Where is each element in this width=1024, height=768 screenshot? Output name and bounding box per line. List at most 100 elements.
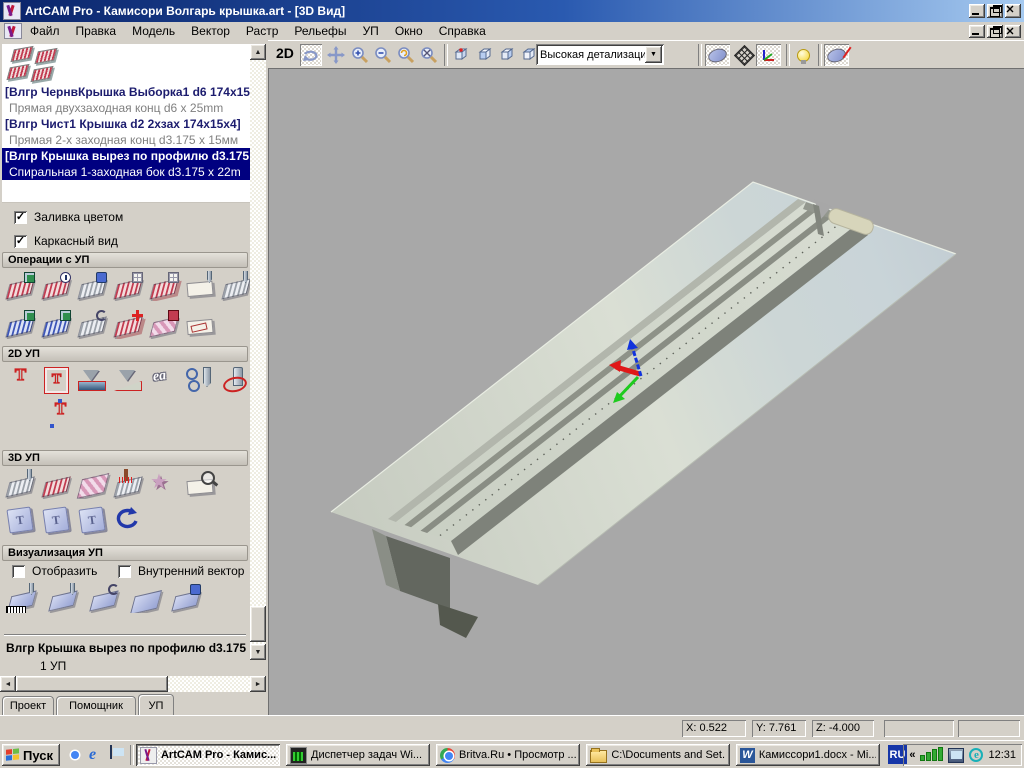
batch-calculate-icon[interactable] [148,271,181,301]
simulate-all-icon[interactable] [47,583,80,613]
machine-star-icon[interactable]: ★ [148,469,181,499]
close-button[interactable] [1005,4,1021,18]
viewport-3d[interactable] [268,68,1024,715]
minimize-button[interactable] [969,4,985,18]
tab-project[interactable]: Проект [2,696,54,715]
taskbar-item-explorer[interactable]: C:\Documents and Set... [586,744,730,766]
scroll-left-button[interactable]: ◄ [0,676,16,692]
wireframe-checkbox[interactable]: ✓ [14,235,27,248]
taskbar-item-artcam[interactable]: ArtCAM Pro - Камис... [136,744,280,766]
toolpath-item-selected[interactable]: [Влгр Крышка вырез по профилю d3.175 Спи… [2,148,250,180]
menu-help[interactable]: Справка [431,23,494,39]
toolpath-item[interactable]: [Влгр Чист1 Крышка d2 2хзах 174x15x4] Пр… [2,116,250,148]
reset-simulation-icon[interactable] [129,583,162,613]
toolpath-template-icon[interactable] [184,271,217,301]
dropdown-button[interactable]: ▼ [645,46,662,63]
zoom-previous-button[interactable] [395,44,417,66]
scroll-down-button[interactable]: ▼ [250,644,266,660]
mdi-close-button[interactable] [1005,25,1021,38]
viz-show-checkbox-row[interactable]: Отобразить [12,564,97,578]
tab-toolpaths[interactable]: УП [138,694,174,715]
menu-reliefs[interactable]: Рельефы [286,23,354,39]
wireframe-mesh-toggle[interactable] [733,44,755,66]
wireframe-checkbox-row[interactable]: ✓ Каркасный вид [14,234,118,248]
preview-relief-icon[interactable] [184,469,217,499]
menu-raster[interactable]: Растр [238,23,286,39]
rotate-toolpath-icon[interactable] [76,309,109,339]
smart-engrave-icon[interactable]: ea [148,365,181,395]
fill-color-checkbox-row[interactable]: ✓ Заливка цветом [14,210,123,224]
lighting-toggle[interactable] [792,44,814,66]
laser-stamp-icon[interactable]: Т [4,505,37,535]
drill-toolpath-icon[interactable] [184,365,217,395]
eset-icon[interactable]: e [969,748,983,762]
viz-show-checkbox[interactable] [12,565,25,578]
axes-toggle[interactable] [756,44,781,66]
view-front-button[interactable] [474,44,496,66]
copy-toolpath-icon[interactable] [76,271,109,301]
internet-explorer-icon[interactable]: e [89,746,106,763]
material-map-icon[interactable] [184,309,217,339]
taskbar-item-task-manager[interactable]: Диспетчер задач Wi... [286,744,430,766]
view-side-button[interactable] [496,44,518,66]
inlay-toolpath-icon[interactable]: Т [44,399,77,429]
artcam-app-icon[interactable] [3,2,21,20]
draw-relief-toggle[interactable] [824,44,849,66]
panel-horizontal-scrollbar[interactable]: ◄ ► [0,676,266,692]
delete-simulation-icon[interactable] [170,583,203,613]
scrollbar-thumb[interactable] [16,676,168,692]
detail-level-select[interactable]: Высокая детализация ▼ [536,44,664,65]
menu-edit[interactable]: Правка [68,23,125,39]
zoom-out-button[interactable] [372,44,394,66]
document-icon[interactable] [4,23,22,39]
menu-vector[interactable]: Вектор [183,23,238,39]
scrollbar-thumb[interactable] [250,606,266,642]
merge-toolpaths-icon[interactable] [112,309,145,339]
engrave-toolpath-icon[interactable] [112,365,145,395]
circular-cut-icon[interactable] [220,365,250,395]
panel-vertical-scrollbar[interactable]: ▲ ▼ [250,44,266,660]
viz-inner-vector-checkbox-row[interactable]: Внутренний вектор [118,564,248,578]
scroll-right-button[interactable]: ► [250,676,266,692]
tab-assistant[interactable]: Помощник [56,696,136,715]
menu-file[interactable]: Файл [22,23,68,39]
spindle-machine-icon[interactable] [112,469,145,499]
scroll-up-button[interactable]: ▲ [250,44,266,60]
taskbar-item-word[interactable]: W Камиссори1.docx - Mi... [736,744,880,766]
menu-toolpaths[interactable]: УП [355,23,387,39]
fill-color-checkbox[interactable]: ✓ [14,211,27,224]
simulate-block-icon[interactable] [88,583,121,613]
zoom-in-button[interactable] [349,44,371,66]
load-toolpath-icon[interactable] [40,309,73,339]
carve-stamp-icon[interactable]: Т [76,505,109,535]
transform-toolpath-icon[interactable] [220,271,250,301]
zoom-fit-button[interactable] [418,44,440,66]
machine-relief-icon[interactable] [4,469,37,499]
feature-machine-icon[interactable] [40,469,73,499]
tray-collapse-chevron[interactable]: « [909,749,915,761]
raster-machine-icon[interactable] [76,469,109,499]
start-button[interactable]: Пуск [2,744,60,766]
restore-button[interactable] [987,4,1003,18]
menu-window[interactable]: Окно [387,23,431,39]
toolpath-summary-icon[interactable] [40,271,73,301]
taskbar-item-browser[interactable]: Britva.Ru • Просмотр ... [436,744,580,766]
toolpath-list[interactable]: [Влгр ЧернвКрышка Выборка1 d6 174x15 Пря… [2,44,250,203]
calculate-toolpath-icon[interactable] [112,271,145,301]
simulate-toolpath-icon[interactable] [6,583,39,613]
area-clear-toolpath-icon[interactable]: Т [40,365,73,395]
toolpath-item[interactable]: [Влгр ЧернвКрышка Выборка1 d6 174x15 Пря… [2,84,250,116]
display-icon[interactable] [948,748,964,763]
iso-view-button[interactable] [450,44,472,66]
mdi-restore-button[interactable] [987,25,1003,38]
save-all-toolpaths-icon[interactable] [4,309,37,339]
menu-model[interactable]: Модель [124,23,183,39]
mode-2d-button[interactable]: 2D [276,45,294,61]
vcarve-toolpath-icon[interactable] [76,365,109,395]
nest-toolpaths-icon[interactable] [148,309,181,339]
network-signal-icon[interactable] [920,749,943,761]
mdi-minimize-button[interactable] [969,25,985,38]
pan-view-button[interactable] [325,44,347,66]
show-desktop-icon[interactable] [110,745,112,759]
save-toolpath-icon[interactable] [4,271,37,301]
